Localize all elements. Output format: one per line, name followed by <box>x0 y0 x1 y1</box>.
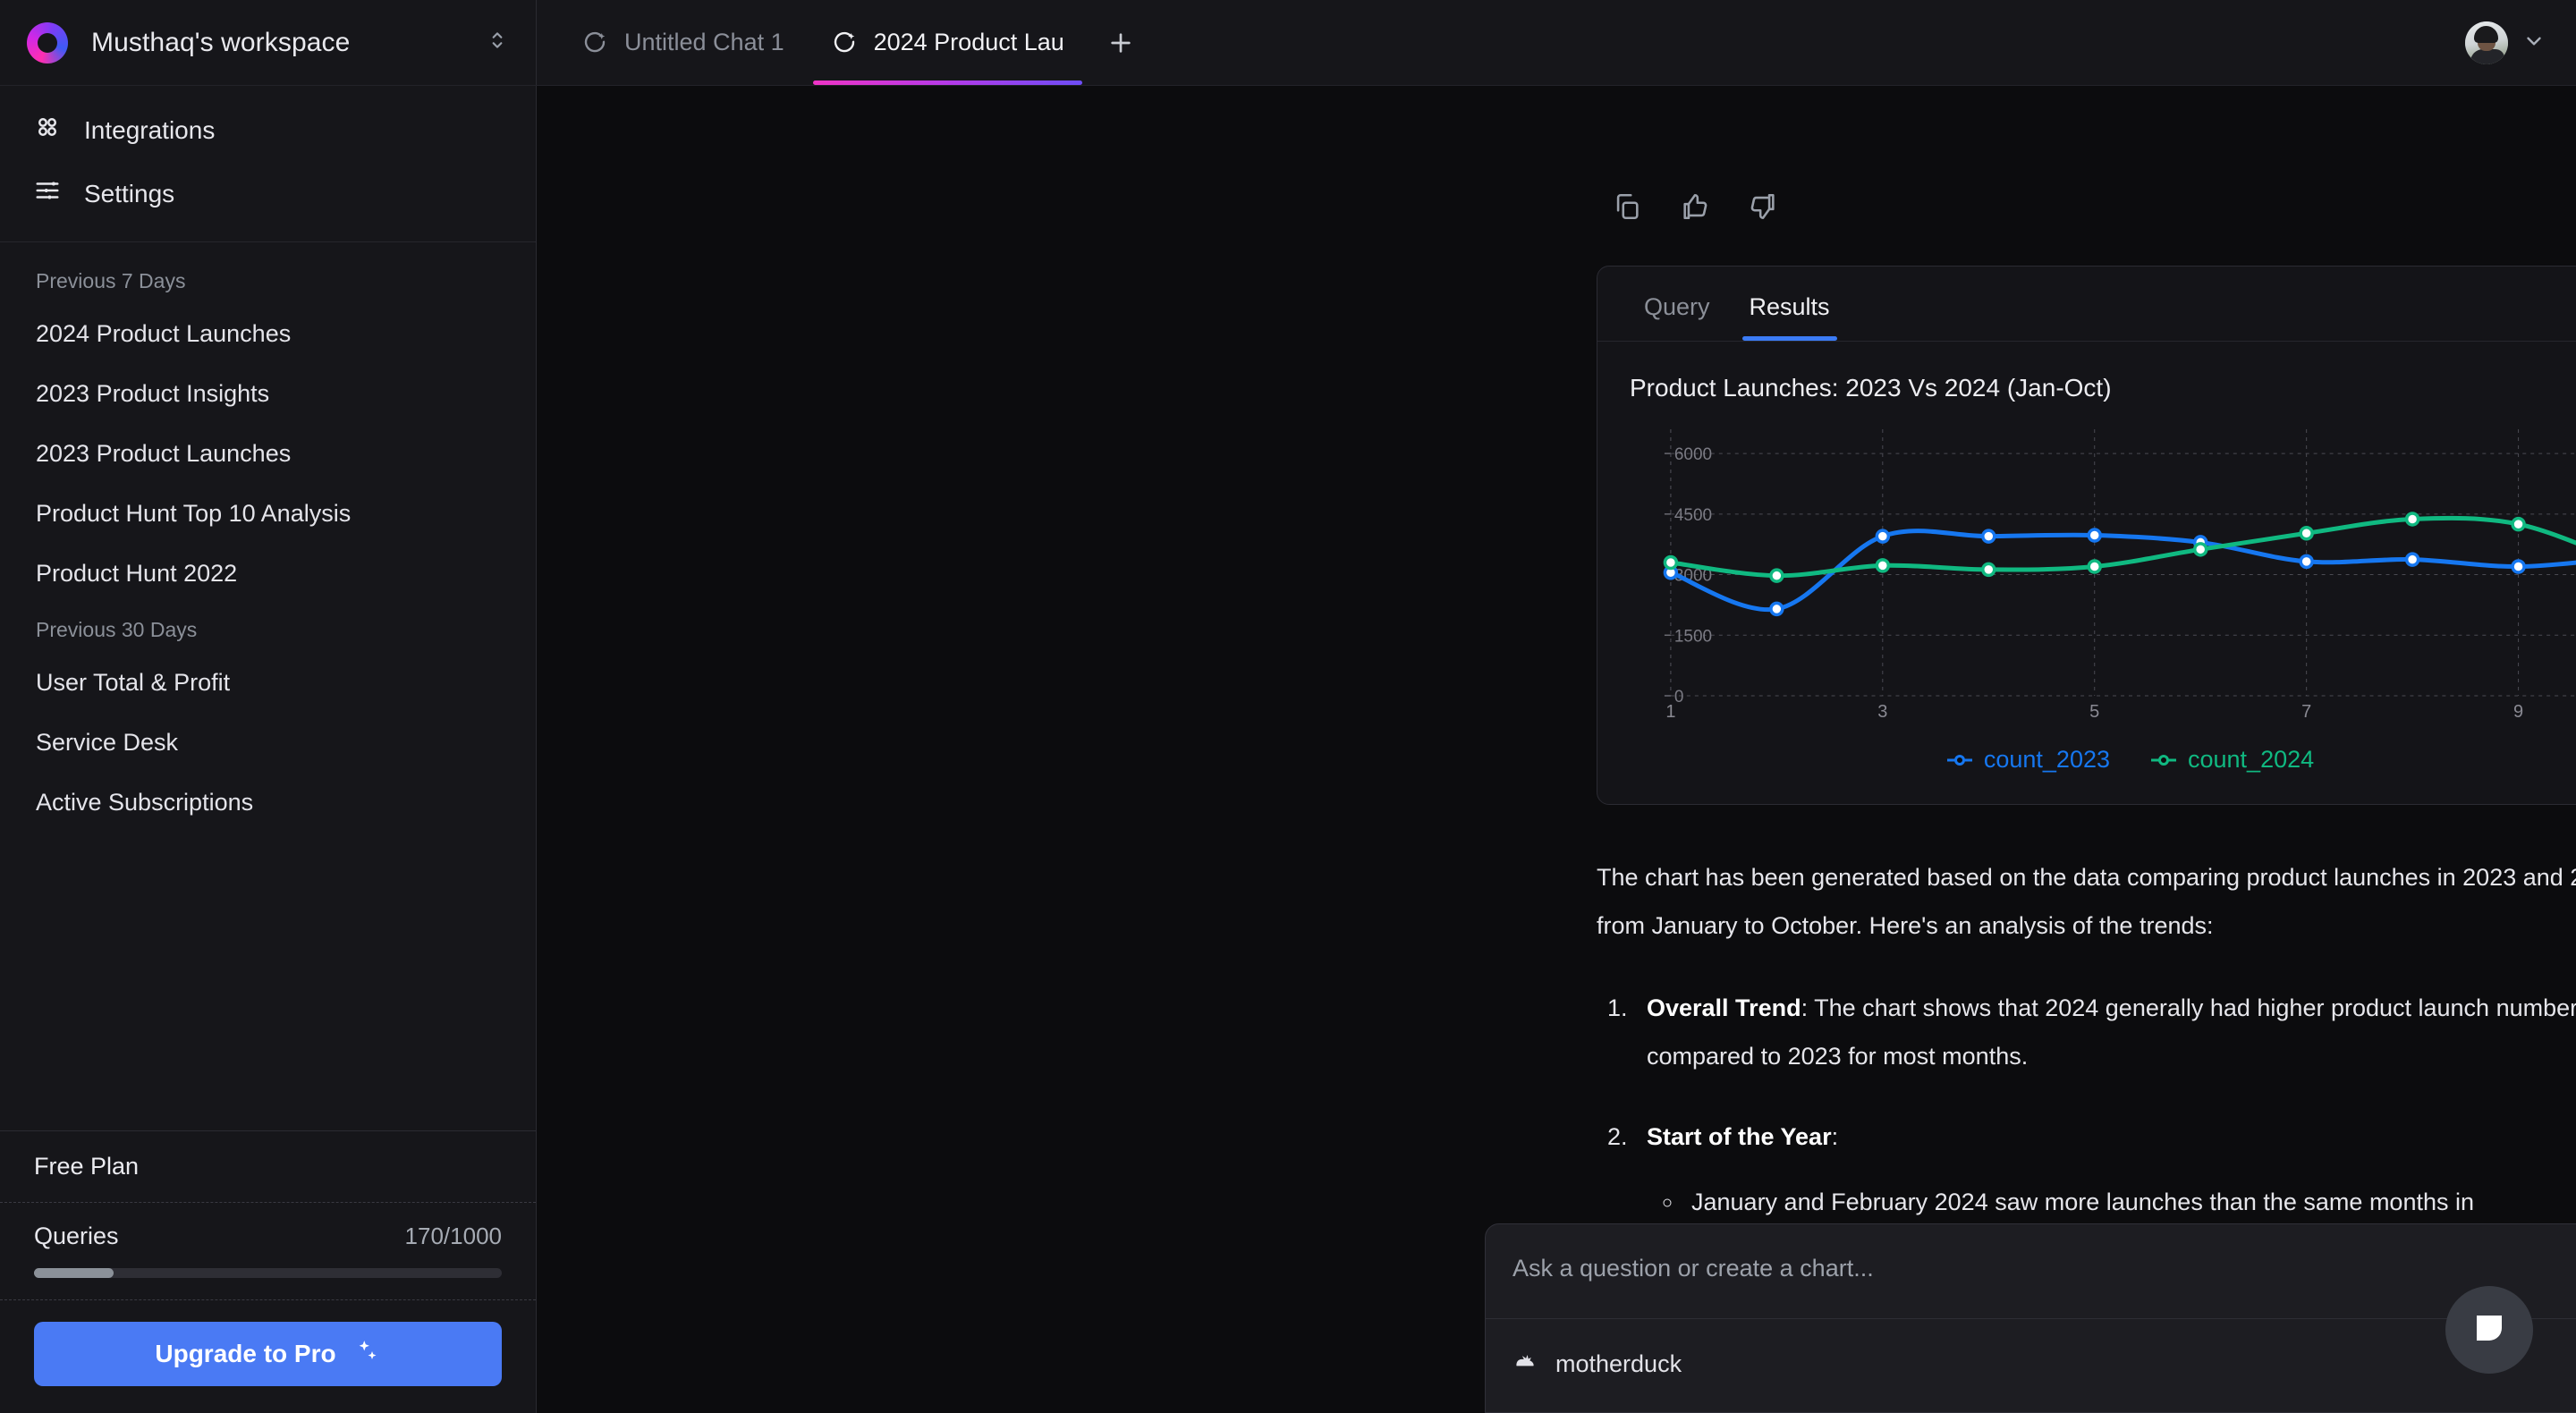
plan-name: Free Plan <box>34 1153 140 1180</box>
chat-input[interactable] <box>1486 1224 2576 1318</box>
sliders-icon <box>34 177 61 210</box>
thumbs-up-icon[interactable] <box>1680 191 1710 226</box>
answer-list-item: Overall Trend: The chart shows that 2024… <box>1634 984 2576 1080</box>
history-item[interactable]: 2023 Product Launches <box>0 424 536 484</box>
chat-tab-2024-product-launches[interactable]: 2024 Product Lau <box>808 0 1088 85</box>
top-bar: Musthaq's workspace Untitled Chat 1 2024… <box>0 0 2576 86</box>
legend-marker-icon <box>1946 754 1972 766</box>
workspace-name: Musthaq's workspace <box>91 27 351 57</box>
composer: motherduck <box>1485 1223 2576 1413</box>
support-chat-button[interactable] <box>2445 1286 2533 1374</box>
chat-history-list: Previous 7 Days 2024 Product Launches 20… <box>0 242 536 1130</box>
duck-icon <box>1513 1348 1539 1381</box>
sidebar-item-integrations[interactable]: Integrations <box>0 98 536 162</box>
thumbs-down-icon[interactable] <box>1748 191 1778 226</box>
queries-quota: Queries 170/1000 <box>0 1203 536 1250</box>
main-panel: Query Results Product Launches: 2023 Vs … <box>537 86 2576 1413</box>
plan-section: Free Plan Queries 170/1000 Upgrade to Pr… <box>0 1130 536 1413</box>
queries-progress-track <box>34 1268 502 1278</box>
copy-icon[interactable] <box>1612 191 1642 226</box>
legend-label: count_2024 <box>2188 746 2315 773</box>
sidebar-nav: Integrations Settings <box>0 86 536 242</box>
chat-bubble-icon <box>2468 1307 2511 1354</box>
chat-sparkle-icon <box>831 30 858 56</box>
workspace-switcher[interactable]: Musthaq's workspace <box>0 0 537 85</box>
grid-dots-icon <box>34 114 61 147</box>
user-avatar[interactable] <box>2465 21 2508 64</box>
composer-footer: motherduck <box>1486 1318 2576 1412</box>
svg-text:5: 5 <box>2089 702 2099 722</box>
legend-label: count_2023 <box>1983 746 2110 773</box>
legend-item-count-2024[interactable]: count_2024 <box>2149 746 2314 774</box>
answer-list-item: Start of the Year: January and February … <box>1634 1113 2576 1226</box>
history-item[interactable]: User Total & Profit <box>0 653 536 713</box>
chat-tab-label: 2024 Product Lau <box>873 29 1064 55</box>
data-source-label: motherduck <box>1555 1350 1682 1377</box>
answer-item-title: Start of the Year <box>1647 1123 1832 1150</box>
chat-thread: Query Results Product Launches: 2023 Vs … <box>537 86 2576 1226</box>
answer-intro: The chart has been generated based on th… <box>1597 864 2576 939</box>
answer-sub-list: January and February 2024 saw more launc… <box>1647 1179 2576 1226</box>
queries-progress-fill <box>34 1268 114 1278</box>
app-body: Integrations Settings Previous 7 Days 20… <box>0 86 2576 1413</box>
sidebar: Integrations Settings Previous 7 Days 20… <box>0 86 537 1413</box>
legend-item-count-2023[interactable]: count_2023 <box>1945 746 2110 774</box>
history-group-label: Previous 7 Days <box>36 269 186 292</box>
svg-text:3: 3 <box>1877 702 1887 722</box>
svg-text:7: 7 <box>2301 702 2311 722</box>
history-item[interactable]: 2024 Product Launches <box>0 304 536 364</box>
data-source-selector[interactable]: motherduck <box>1513 1348 1682 1381</box>
history-item[interactable]: Service Desk <box>0 713 536 773</box>
svg-text:0: 0 <box>1674 688 1684 706</box>
queries-count: 170/1000 <box>404 1223 502 1249</box>
history-group-label: Previous 30 Days <box>36 618 198 641</box>
answer-sub-item: January and February 2024 saw more launc… <box>1684 1179 2576 1226</box>
queries-label: Queries <box>34 1223 119 1249</box>
chevron-up-down-icon[interactable] <box>486 29 509 56</box>
svg-text:9: 9 <box>2513 702 2523 722</box>
sidebar-item-settings[interactable]: Settings <box>0 162 536 225</box>
chart-legend: count_2023 count_2024 <box>1597 730 2576 804</box>
legend-marker-icon <box>2151 754 2176 766</box>
chat-sparkle-icon <box>581 30 608 56</box>
history-item[interactable]: Product Hunt Top 10 Analysis <box>0 484 536 544</box>
answer-item-title: Overall Trend <box>1647 994 1801 1021</box>
tab-results[interactable]: Results <box>1730 267 1850 341</box>
chevron-down-icon[interactable] <box>2522 30 2546 56</box>
sparkles-icon <box>354 1338 381 1371</box>
message-action-bar <box>1597 191 2576 226</box>
gradient-ring-logo <box>27 21 68 63</box>
account-menu[interactable] <box>2465 0 2576 85</box>
history-item[interactable]: 2023 Product Insights <box>0 364 536 424</box>
result-card: Query Results Product Launches: 2023 Vs … <box>1597 266 2576 805</box>
chat-tab-untitled-chat-1[interactable]: Untitled Chat 1 <box>558 0 808 85</box>
chart-plot-area: 0 1500 3000 4500 6000 1 3 5 7 9 <box>1597 408 2576 730</box>
result-card-tabs: Query Results <box>1597 267 2576 342</box>
upgrade-to-pro-button[interactable]: Upgrade to Pro <box>34 1322 502 1386</box>
chat-tab-strip: Untitled Chat 1 2024 Product Lau <box>537 0 2465 85</box>
answer-list: Overall Trend: The chart shows that 2024… <box>1597 984 2576 1226</box>
svg-text:1500: 1500 <box>1674 627 1712 646</box>
new-tab-button[interactable] <box>1088 0 1154 85</box>
upgrade-section: Upgrade to Pro <box>0 1300 536 1413</box>
sidebar-item-label: Integrations <box>84 115 216 144</box>
chat-tab-label: Untitled Chat 1 <box>624 29 784 55</box>
svg-text:6000: 6000 <box>1674 445 1712 464</box>
answer-item-text: : <box>1831 1123 1839 1150</box>
line-chart: 015003000450060001 3 5 7 9 <box>1663 429 2576 722</box>
sidebar-item-label: Settings <box>84 179 175 207</box>
svg-text:4500: 4500 <box>1674 506 1712 525</box>
upgrade-button-label: Upgrade to Pro <box>155 1340 336 1367</box>
history-item[interactable]: Active Subscriptions <box>0 773 536 833</box>
svg-text:1: 1 <box>1665 702 1675 722</box>
app-root: Musthaq's workspace Untitled Chat 1 2024… <box>0 0 2576 1413</box>
chart-title: Product Launches: 2023 Vs 2024 (Jan-Oct) <box>1630 374 2112 402</box>
tab-query[interactable]: Query <box>1624 267 1730 341</box>
history-item[interactable]: Product Hunt 2022 <box>0 544 536 604</box>
